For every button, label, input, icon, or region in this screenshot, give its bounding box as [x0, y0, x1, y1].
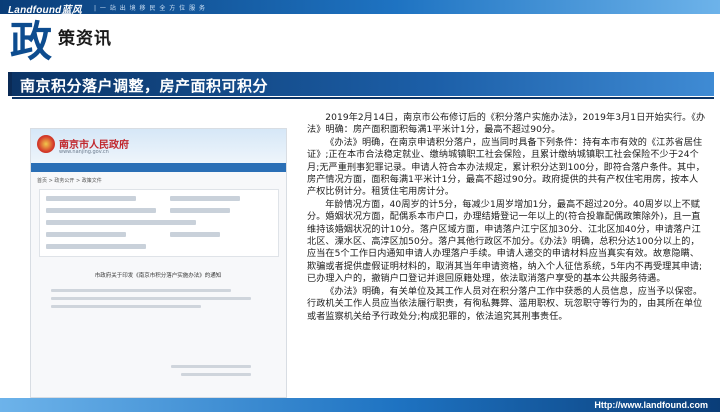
brand-logo: Landfound蓝风 — [8, 5, 82, 16]
article-paragraph: 《办法》明确，有关单位及其工作人员对在积分落户工作中获悉的人员信息，应当予以保密… — [307, 286, 703, 322]
doc-text-line — [51, 305, 201, 308]
article-body: 2019年2月14日，南京市公布修订后的《积分落户实施办法》，2019年3月1日… — [307, 112, 707, 323]
headline-rule — [12, 97, 714, 99]
brand-slogan: | 一 站 出 境 移 民 全 方 位 服 务 — [94, 5, 207, 12]
headline-band: 南京积分落户调整，房产面积可积分 — [8, 72, 714, 99]
article-paragraph: 年龄情况方面，40周岁的计5分，每减少1周岁增加1分，最高不超过20分。40周岁… — [307, 199, 703, 285]
gov-site-screenshot: 南京市人民政府 www.nanjing.gov.cn 首页 > 政务公开 > 政… — [30, 128, 287, 398]
meta-row — [46, 196, 136, 201]
section-title-char: 政 — [10, 17, 53, 66]
gov-site-navbar — [31, 163, 286, 172]
gov-doc-title: 市政府关于印发《南京市积分落户实施办法》的通知 — [94, 273, 222, 279]
meta-row — [170, 232, 220, 237]
gov-doc-meta-table — [39, 189, 279, 257]
article-paragraph: 2019年2月14日，南京市公布修订后的《积分落户实施办法》，2019年3月1日… — [307, 113, 706, 136]
article-paragraph: 《办法》明确，在南京申请积分落户，应当同时具备下列条件：持有本市有效的《江苏省居… — [307, 137, 705, 198]
meta-row — [46, 208, 156, 213]
section-title: 策资讯 — [58, 29, 112, 49]
doc-text-line — [181, 373, 251, 376]
headline-text: 南京积分落户调整，房产面积可积分 — [20, 77, 269, 95]
doc-text-line — [51, 289, 231, 292]
doc-text-line — [171, 365, 251, 368]
meta-row — [46, 220, 196, 225]
gov-site-url: www.nanjing.gov.cn — [59, 149, 109, 155]
meta-row — [170, 196, 240, 201]
footer-bar: Http://www.landfound.com — [0, 398, 720, 412]
meta-row — [46, 244, 146, 249]
national-emblem-icon — [37, 135, 55, 153]
footer-website-link[interactable]: Http://www.landfound.com — [594, 400, 708, 410]
gov-breadcrumb: 首页 > 政务公开 > 政策文件 — [37, 178, 102, 184]
doc-text-line — [51, 297, 251, 300]
meta-row — [170, 208, 230, 213]
top-brand-bar: Landfound蓝风 | 一 站 出 境 移 民 全 方 位 服 务 — [0, 0, 720, 16]
meta-row — [46, 232, 126, 237]
